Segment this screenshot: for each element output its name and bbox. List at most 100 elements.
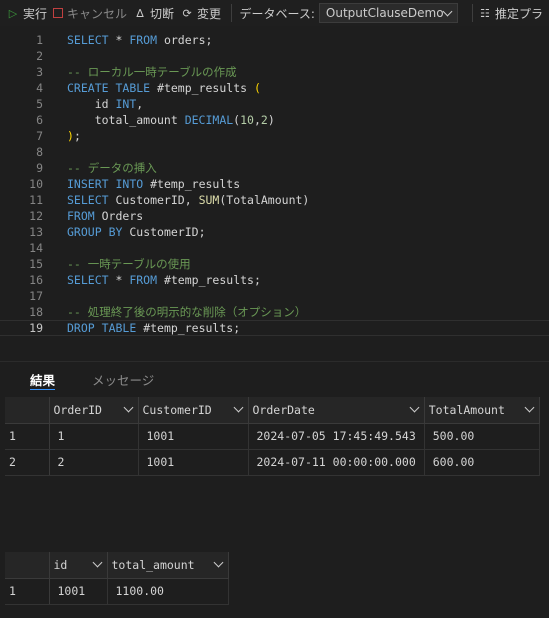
code-line[interactable]: 14 <box>0 240 549 256</box>
disconnect-label: 切断 <box>150 6 175 21</box>
change-connection-button[interactable]: ⟳ 変更 <box>180 0 227 26</box>
results-grid-1[interactable]: OrderID CustomerID OrderDate TotalAmount… <box>5 397 540 476</box>
database-label: データベース: <box>239 6 315 21</box>
code-token: , <box>253 113 261 127</box>
results-grid-2[interactable]: id total_amount 1 1001 1100.00 <box>5 552 229 605</box>
column-header-label: OrderID <box>53 402 102 417</box>
cell-totalamount[interactable]: 600.00 <box>424 449 540 476</box>
line-number: 15 <box>29 257 43 271</box>
chevron-down-icon[interactable] <box>213 557 223 568</box>
column-header-label: id <box>53 557 68 572</box>
code-line[interactable]: 4 CREATE TABLE #temp_results ( <box>0 80 549 96</box>
chevron-down-icon[interactable] <box>524 402 535 413</box>
code-line[interactable]: 15 -- 一時テーブルの使用 <box>0 256 549 272</box>
tab-messages[interactable]: メッセージ <box>92 370 154 390</box>
code-token: #temp_results; <box>157 273 261 287</box>
database-select[interactable]: OutputClauseDemo <box>318 3 458 23</box>
line-number: 4 <box>36 81 43 95</box>
code-text: -- 処理終了後の明示的な削除（オプション） <box>67 304 306 320</box>
code-token: ; <box>73 129 81 143</box>
code-token: #temp_results <box>143 177 241 191</box>
code-line[interactable]: 3 -- ローカル一時テーブルの作成 <box>0 64 549 80</box>
run-button[interactable]: ▷ 実行 <box>0 0 53 26</box>
code-text: SELECT * FROM orders; <box>67 32 212 48</box>
line-number: 16 <box>29 273 43 287</box>
code-token: SUM <box>198 193 220 207</box>
code-token: TABLE <box>101 321 137 335</box>
code-line[interactable]: 12 FROM Orders <box>0 208 549 224</box>
code-line[interactable]: 10 INSERT INTO #temp_results <box>0 176 549 192</box>
column-header-total-amount[interactable]: total_amount <box>107 552 229 579</box>
column-header-label: OrderDate <box>252 402 315 417</box>
line-number: 18 <box>29 305 43 319</box>
estimated-plan-button[interactable]: ☷ 推定プラ <box>478 0 549 26</box>
column-header-totalamount[interactable]: TotalAmount <box>424 397 540 424</box>
cell-orderdate[interactable]: 2024-07-05 17:45:49.543 <box>248 423 425 450</box>
cell-orderid[interactable]: 1 <box>49 423 139 450</box>
row-number[interactable]: 1 <box>5 423 50 450</box>
code-token: (TotalAmount) <box>219 193 310 207</box>
code-token: TABLE <box>115 81 151 95</box>
code-token: 10 <box>240 113 254 127</box>
code-line[interactable]: 8 <box>0 144 549 160</box>
code-token: * <box>108 33 130 47</box>
code-text: CREATE TABLE #temp_results ( <box>67 80 261 96</box>
code-line[interactable]: 16 SELECT * FROM #temp_results; <box>0 272 549 288</box>
cell-total-amount[interactable]: 1100.00 <box>107 578 229 605</box>
chevron-down-icon[interactable] <box>123 402 133 413</box>
line-number: 9 <box>36 161 43 175</box>
code-line[interactable]: 5 id INT, <box>0 96 549 112</box>
column-header-orderdate[interactable]: OrderDate <box>248 397 425 424</box>
row-number-header <box>5 552 50 579</box>
code-line[interactable]: 2 <box>0 48 549 64</box>
code-line[interactable]: 7); <box>0 128 549 144</box>
code-token: 2 <box>260 113 268 127</box>
results-pane: 結果 メッセージ OrderID CustomerID OrderDate To… <box>0 361 549 618</box>
cell-customerid[interactable]: 1001 <box>138 423 249 450</box>
code-line[interactable]: 18 -- 処理終了後の明示的な削除（オプション） <box>0 304 549 320</box>
cell-totalamount[interactable]: 500.00 <box>424 423 540 450</box>
code-token: FROM <box>67 209 95 223</box>
chevron-down-icon[interactable] <box>409 402 420 413</box>
row-number[interactable]: 2 <box>5 449 50 476</box>
chevron-down-icon[interactable] <box>92 557 102 568</box>
column-header-customerid[interactable]: CustomerID <box>138 397 249 424</box>
code-token: CustomerID; <box>122 225 206 239</box>
code-line[interactable]: 17 <box>0 288 549 304</box>
code-line[interactable]: 11 SELECT CustomerID, SUM(TotalAmount) <box>0 192 549 208</box>
cancel-button[interactable]: キャンセル <box>53 0 133 26</box>
line-number: 6 <box>36 113 43 127</box>
stop-icon <box>53 8 64 18</box>
cell-orderid[interactable]: 2 <box>49 449 139 476</box>
chevron-down-icon <box>442 6 453 16</box>
plug-icon: ∆ <box>136 6 144 20</box>
code-line[interactable]: 1 SELECT * FROM orders; <box>0 32 549 48</box>
code-token: * <box>108 273 130 287</box>
code-text: id INT, <box>67 96 144 112</box>
code-line[interactable]: 9 -- データの挿入 <box>0 160 549 176</box>
cell-orderdate[interactable]: 2024-07-11 00:00:00.000 <box>248 449 425 476</box>
cell-id[interactable]: 1001 <box>49 578 108 605</box>
code-token: GROUP <box>67 225 102 239</box>
code-text: SELECT * FROM #temp_results; <box>67 272 261 288</box>
plan-icon: ☷ <box>480 6 490 20</box>
code-text: ); <box>67 128 81 144</box>
results-tabs: 結果 メッセージ <box>0 362 549 394</box>
disconnect-button[interactable]: ∆ 切断 <box>133 0 180 26</box>
tab-results[interactable]: 結果 <box>30 370 56 390</box>
table-row[interactable]: 1 1001 1100.00 <box>5 578 229 605</box>
code-line[interactable]: 19 DROP TABLE #temp_results; <box>0 320 549 336</box>
code-text: -- ローカル一時テーブルの作成 <box>67 64 237 80</box>
sql-editor[interactable]: 1 SELECT * FROM orders; 2 3 -- ローカル一時テーブルの作成… <box>0 26 549 361</box>
code-token: INT <box>115 97 137 111</box>
cell-customerid[interactable]: 1001 <box>138 449 249 476</box>
column-header-orderid[interactable]: OrderID <box>49 397 139 424</box>
chevron-down-icon[interactable] <box>233 402 243 413</box>
column-header-id[interactable]: id <box>49 552 108 579</box>
code-line[interactable]: 6 total_amount DECIMAL(10,2) <box>0 112 549 128</box>
table-row[interactable]: 2 2 1001 2024-07-11 00:00:00.000 600.00 <box>5 449 540 476</box>
table-row[interactable]: 1 1 1001 2024-07-05 17:45:49.543 500.00 <box>5 423 540 450</box>
row-number[interactable]: 1 <box>5 578 50 605</box>
code-line[interactable]: 13 GROUP BY CustomerID; <box>0 224 549 240</box>
